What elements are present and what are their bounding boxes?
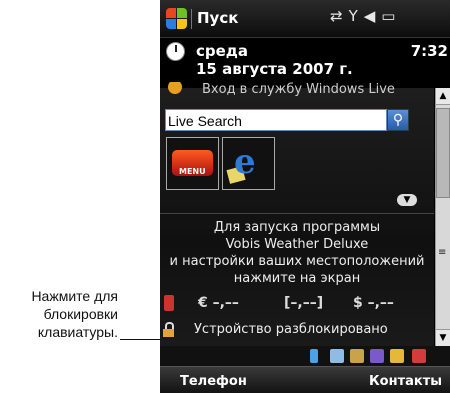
- softkey-phone[interactable]: Телефон: [180, 374, 247, 389]
- chevron-down-icon: ▼: [439, 333, 447, 343]
- softkey-bar: Телефон Контакты: [160, 366, 450, 393]
- callout-line: Нажмите для: [31, 288, 118, 304]
- date: 15 августа 2007 г.: [196, 60, 353, 78]
- scrollbar[interactable]: ▲ ≡ ▼: [435, 88, 450, 346]
- battery-status-icon[interactable]: [390, 349, 404, 363]
- currency-rates[interactable]: € –,–– [–,––] $ –,––: [160, 295, 434, 313]
- signal-icon[interactable]: Y: [349, 7, 364, 25]
- weekday: среда: [196, 42, 249, 60]
- windows-live-signin[interactable]: Вход в службу Windows Live: [160, 82, 430, 98]
- status-icons[interactable]: ⇄Y◀▭: [330, 7, 401, 25]
- middle-rate: [–,––]: [284, 295, 324, 311]
- currency-icon: [164, 295, 174, 311]
- weather-plugin[interactable]: Для запуска программы Vobis Weather Delu…: [160, 219, 434, 287]
- weather-line: нажмите на экран: [233, 271, 361, 286]
- lock-status: Устройство разблокировано: [194, 322, 388, 337]
- dollar-rate: $ –,––: [353, 295, 394, 311]
- euro-rate: € –,––: [198, 295, 239, 311]
- internet-explorer-app[interactable]: e: [222, 137, 275, 190]
- scroll-grip-icon: ≡: [438, 247, 447, 258]
- device-screen: Пуск ⇄Y◀▭ среда 15 августа 2007 г. 7:32 …: [160, 0, 450, 393]
- notification-tray: [160, 346, 450, 366]
- today-header[interactable]: среда 15 августа 2007 г. 7:32: [160, 38, 450, 86]
- windows-logo-icon: [166, 8, 176, 18]
- internet-explorer-icon: e: [234, 142, 256, 182]
- lock-icon[interactable]: [163, 322, 174, 337]
- speaker-icon[interactable]: ◀: [364, 7, 382, 25]
- callout-line: клавиатуры.: [37, 324, 118, 340]
- scroll-down-button[interactable]: ▼: [436, 329, 450, 346]
- scroll-up-button[interactable]: ▲: [436, 88, 450, 105]
- chevron-up-icon: ▲: [439, 91, 447, 101]
- keyboard-lock-callout: Нажмите для блокировки клавиатуры.: [0, 287, 118, 341]
- mio-menu-app[interactable]: MENU: [166, 137, 219, 190]
- connectivity-icon[interactable]: ⇄: [330, 7, 349, 25]
- device-lock-row[interactable]: Устройство разблокировано: [160, 321, 434, 339]
- time[interactable]: 7:32: [411, 42, 448, 60]
- search-input[interactable]: Live Search: [165, 109, 387, 131]
- search-icon: ⚲: [392, 112, 404, 128]
- mio-menu-label: MENU: [179, 167, 206, 176]
- softkey-contacts[interactable]: Контакты: [369, 374, 442, 389]
- battery-icon[interactable]: ▭: [381, 7, 401, 25]
- callout-line: блокировки: [43, 306, 118, 322]
- microphone-icon[interactable]: [310, 349, 318, 363]
- clock-icon: [166, 42, 185, 61]
- weather-line: и настройки ваших местоположений: [169, 254, 425, 269]
- title-separator: [191, 9, 192, 29]
- start-button[interactable]: [166, 8, 188, 30]
- divider: [160, 213, 434, 214]
- scroll-thumb[interactable]: [436, 108, 450, 198]
- start-menu-title[interactable]: Пуск: [197, 9, 238, 27]
- expand-button[interactable]: ▼: [397, 194, 417, 206]
- windows-live-label: Вход в службу Windows Live: [202, 82, 395, 97]
- weather-line: Vobis Weather Deluxe: [225, 237, 369, 252]
- power-icon[interactable]: [412, 349, 426, 363]
- weather-line: Для запуска программы: [213, 220, 381, 235]
- today-content: Вход в службу Windows Live Live Search ⚲…: [160, 82, 434, 346]
- bluetooth-icon[interactable]: [330, 349, 344, 363]
- search-button[interactable]: ⚲: [387, 109, 409, 131]
- wireless-icon[interactable]: [370, 349, 384, 363]
- chevron-down-icon: ▼: [403, 195, 411, 205]
- title-bar: Пуск ⇄Y◀▭: [160, 0, 450, 38]
- sync-icon[interactable]: [350, 349, 364, 363]
- windows-live-icon: [168, 82, 182, 94]
